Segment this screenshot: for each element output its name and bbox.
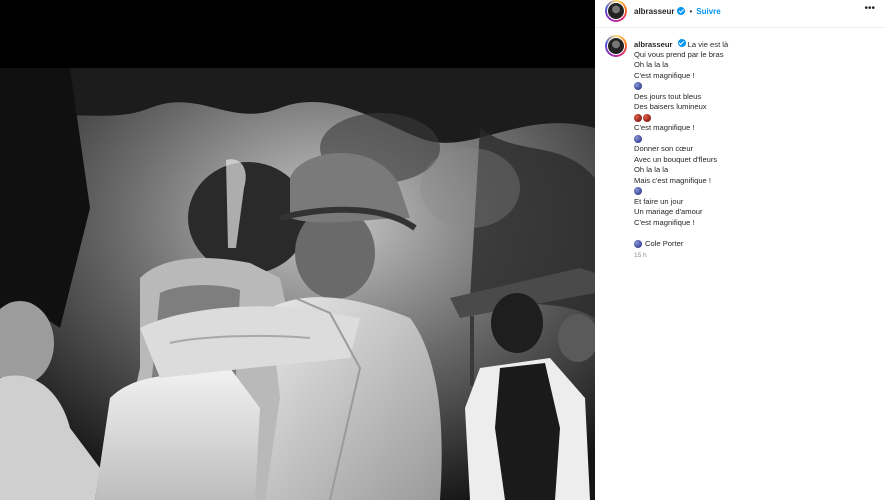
blue-heart-emoji-icon: [634, 82, 642, 91]
caption-body: albrasseur La vie est là Qui vous prend …: [634, 39, 728, 262]
header-username[interactable]: albrasseur: [634, 7, 674, 16]
verified-badge-icon: [677, 39, 686, 47]
post-side-panel: albrasseur • Suivre ••• albrasseur La vi…: [595, 0, 885, 500]
post-photo[interactable]: [0, 68, 595, 500]
post-timestamp[interactable]: 15 h: [634, 251, 728, 262]
follow-button[interactable]: Suivre: [696, 7, 720, 16]
header-divider: [595, 27, 885, 28]
caption-line: Des baisers lumineux: [634, 102, 707, 111]
caption-line: Un mariage d'amour: [634, 207, 703, 216]
wedding-kiss-photo: [0, 68, 595, 500]
caption-credit: Cole Porter: [634, 239, 728, 250]
caption-line: C'est magnifique !: [634, 123, 695, 132]
emoji-line: [634, 186, 728, 197]
caption-line: Oh la la la: [634, 165, 669, 174]
verified-badge-icon: [677, 7, 686, 15]
blue-heart-emoji-icon: [634, 239, 642, 248]
blue-heart-emoji-icon: [634, 134, 642, 143]
caption: albrasseur La vie est là Qui vous prend …: [605, 35, 875, 262]
caption-line: C'est magnifique !: [634, 70, 695, 80]
caption-line: Qui vous prend par le bras: [634, 49, 724, 59]
post-header: albrasseur • Suivre •••: [595, 0, 885, 22]
caption-line: Des jours tout bleus: [634, 91, 702, 101]
caption-line: Avec un bouquet d'fleurs: [634, 154, 718, 164]
caption-line: Et faire un jour: [634, 196, 684, 206]
emoji-line: [634, 81, 728, 92]
caption-avatar[interactable]: [605, 35, 627, 57]
red-heart-emoji-icon: [643, 113, 651, 122]
avatar[interactable]: [605, 0, 627, 22]
media-pane: [0, 0, 595, 500]
caption-first-line: albrasseur La vie est là: [634, 39, 728, 50]
caption-title: La vie est là: [687, 40, 729, 49]
separator-dot: •: [689, 6, 693, 16]
caption-line: Mais c'est magnifique !: [634, 175, 711, 185]
caption-line: Donner son cœur: [634, 144, 694, 153]
caption-line: C'est magnifique !: [634, 217, 695, 227]
red-heart-emoji-icon: [634, 113, 642, 122]
blue-heart-emoji-icon: [634, 187, 642, 196]
credit-text: Cole Porter: [645, 238, 684, 248]
caption-username[interactable]: albrasseur: [634, 40, 672, 49]
caption-line: Oh la la la: [634, 60, 669, 69]
more-options-icon[interactable]: •••: [864, 3, 875, 14]
emoji-line: [634, 134, 728, 145]
emoji-line: [634, 113, 728, 124]
